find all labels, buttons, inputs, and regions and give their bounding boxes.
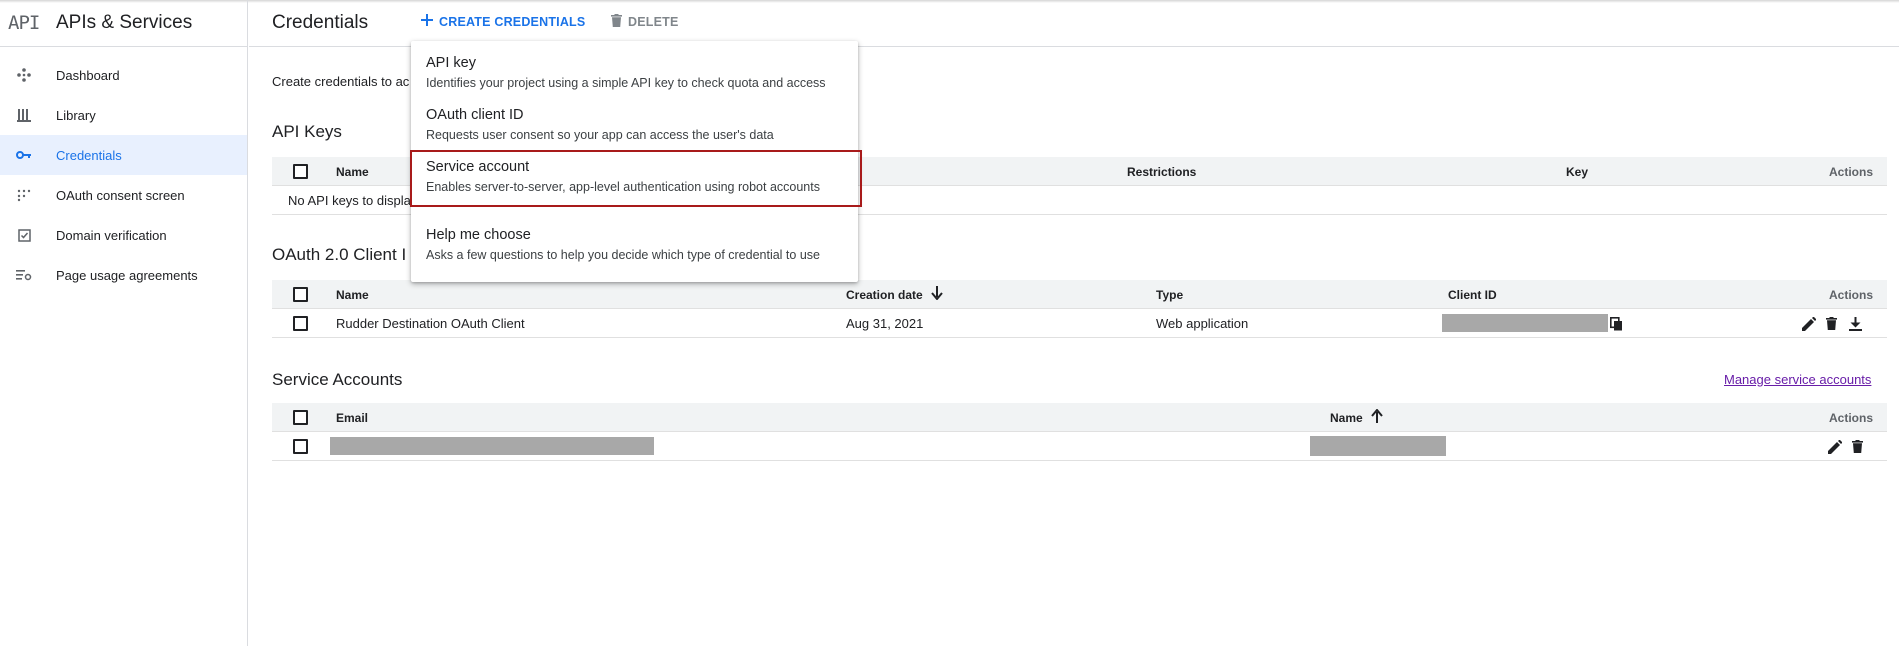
column-type: Type bbox=[1156, 287, 1184, 302]
create-credentials-button[interactable]: CREATE CREDENTIALS bbox=[421, 14, 585, 29]
column-creation-date[interactable]: Creation date bbox=[846, 280, 943, 309]
column-email: Email bbox=[336, 410, 369, 425]
delete-button[interactable]: DELETE bbox=[611, 14, 679, 30]
sidebar-item-credentials[interactable]: Credentials bbox=[0, 135, 247, 175]
client-id-redacted bbox=[1442, 314, 1608, 332]
sort-down-icon bbox=[930, 286, 943, 303]
table-header: Name Creation date Type Client ID Action… bbox=[272, 280, 1887, 309]
menu-item-desc: Asks a few questions to help you decide … bbox=[426, 248, 820, 262]
menu-item-service-account[interactable]: Service account Enables server-to-server… bbox=[411, 145, 858, 197]
column-actions: Actions bbox=[1828, 164, 1873, 179]
sidebar-title: APIs & Services bbox=[56, 12, 193, 33]
trash-icon bbox=[611, 14, 622, 30]
delete-label: DELETE bbox=[628, 15, 679, 29]
edit-icon[interactable] bbox=[1802, 309, 1816, 338]
sidebar-item-label: OAuth consent screen bbox=[56, 187, 185, 203]
copy-icon[interactable] bbox=[1610, 309, 1623, 338]
intro-text: Create credentials to ac bbox=[272, 74, 410, 89]
trash-icon[interactable] bbox=[1826, 309, 1837, 338]
table-row: Rudder Destination OAuth Client Aug 31, … bbox=[272, 309, 1887, 338]
dashboard-icon bbox=[16, 67, 32, 83]
column-actions: Actions bbox=[1828, 287, 1873, 302]
select-all-checkbox[interactable] bbox=[293, 164, 308, 179]
download-icon[interactable] bbox=[1849, 309, 1862, 338]
sidebar-item-label: Dashboard bbox=[56, 67, 120, 83]
oauth-title: OAuth 2.0 Client I bbox=[272, 245, 407, 264]
key-icon bbox=[16, 147, 32, 163]
page-title: Credentials bbox=[272, 12, 369, 33]
sidebar-item-label: Page usage agreements bbox=[56, 267, 198, 283]
api-keys-title: API Keys bbox=[272, 122, 342, 141]
sidebar-item-oauth-consent[interactable]: OAuth consent screen bbox=[0, 175, 247, 215]
menu-item-title: Help me choose bbox=[426, 227, 531, 243]
sidebar-item-label: Domain verification bbox=[56, 227, 167, 243]
menu-item-oauth-client-id[interactable]: OAuth client ID Requests user consent so… bbox=[411, 93, 858, 145]
main-header: Credentials CREATE CREDENTIALS DELETE bbox=[249, 0, 1899, 47]
column-name: Name bbox=[336, 287, 369, 302]
sidebar-header: API APIs & Services bbox=[0, 0, 248, 47]
oauth-table: Name Creation date Type Client ID Action… bbox=[272, 280, 1887, 338]
library-icon bbox=[16, 107, 32, 123]
name-redacted bbox=[1310, 436, 1446, 456]
menu-item-desc: Enables server-to-server, app-level auth… bbox=[426, 180, 820, 194]
email-redacted bbox=[330, 437, 654, 455]
create-credentials-label: CREATE CREDENTIALS bbox=[439, 14, 586, 29]
select-all-checkbox[interactable] bbox=[293, 410, 308, 425]
sidebar-item-domain-verification[interactable]: Domain verification bbox=[0, 215, 247, 255]
creation-date: Aug 31, 2021 bbox=[846, 316, 924, 331]
trash-icon[interactable] bbox=[1852, 432, 1863, 461]
column-key: Key bbox=[1566, 164, 1589, 179]
menu-item-title: Service account bbox=[426, 159, 530, 175]
service-accounts-table: Email Name Actions bbox=[272, 403, 1887, 461]
sidebar-item-page-usage[interactable]: Page usage agreements bbox=[0, 255, 247, 295]
menu-item-title: OAuth client ID bbox=[426, 107, 524, 123]
sidebar: API APIs & Services Dashboard Library Cr… bbox=[0, 0, 248, 646]
menu-item-desc: Identifies your project using a simple A… bbox=[426, 76, 826, 90]
column-name: Name bbox=[336, 164, 369, 179]
sidebar-item-label: Library bbox=[56, 107, 96, 123]
sort-up-icon bbox=[1370, 408, 1383, 426]
edit-icon[interactable] bbox=[1828, 432, 1842, 461]
select-all-checkbox[interactable] bbox=[293, 287, 308, 302]
settings-list-icon bbox=[16, 267, 32, 283]
column-client-id: Client ID bbox=[1448, 287, 1497, 302]
menu-item-title: API key bbox=[426, 55, 476, 71]
sidebar-item-label: Credentials bbox=[56, 147, 122, 163]
client-type: Web application bbox=[1156, 316, 1249, 331]
client-name-link[interactable]: Rudder Destination OAuth Client bbox=[336, 309, 525, 338]
column-actions: Actions bbox=[1828, 410, 1873, 425]
service-accounts-title: Service Accounts bbox=[272, 370, 403, 389]
table-row bbox=[272, 432, 1887, 461]
column-creation-date-label: Creation date bbox=[846, 287, 923, 302]
sidebar-item-dashboard[interactable]: Dashboard bbox=[0, 55, 247, 95]
checkbox-icon bbox=[16, 227, 32, 243]
menu-item-help-me-choose[interactable]: Help me choose Asks a few questions to h… bbox=[411, 213, 858, 273]
plus-icon bbox=[421, 14, 433, 29]
menu-item-desc: Requests user consent so your app can ac… bbox=[426, 128, 774, 142]
sidebar-item-library[interactable]: Library bbox=[0, 95, 247, 135]
consent-icon bbox=[16, 187, 32, 203]
row-checkbox[interactable] bbox=[293, 316, 308, 331]
column-name-label: Name bbox=[1330, 410, 1363, 425]
api-logo: API bbox=[8, 12, 40, 34]
menu-item-api-key[interactable]: API key Identifies your project using a … bbox=[411, 41, 858, 93]
manage-service-accounts-link[interactable]: Manage service accounts bbox=[1724, 372, 1871, 387]
create-credentials-menu: API key Identifies your project using a … bbox=[411, 41, 858, 282]
column-name[interactable]: Name bbox=[1330, 403, 1383, 432]
empty-message: No API keys to displa bbox=[288, 193, 411, 208]
row-checkbox[interactable] bbox=[293, 439, 308, 454]
table-header: Email Name Actions bbox=[272, 403, 1887, 432]
column-restrictions: Restrictions bbox=[1127, 164, 1197, 179]
